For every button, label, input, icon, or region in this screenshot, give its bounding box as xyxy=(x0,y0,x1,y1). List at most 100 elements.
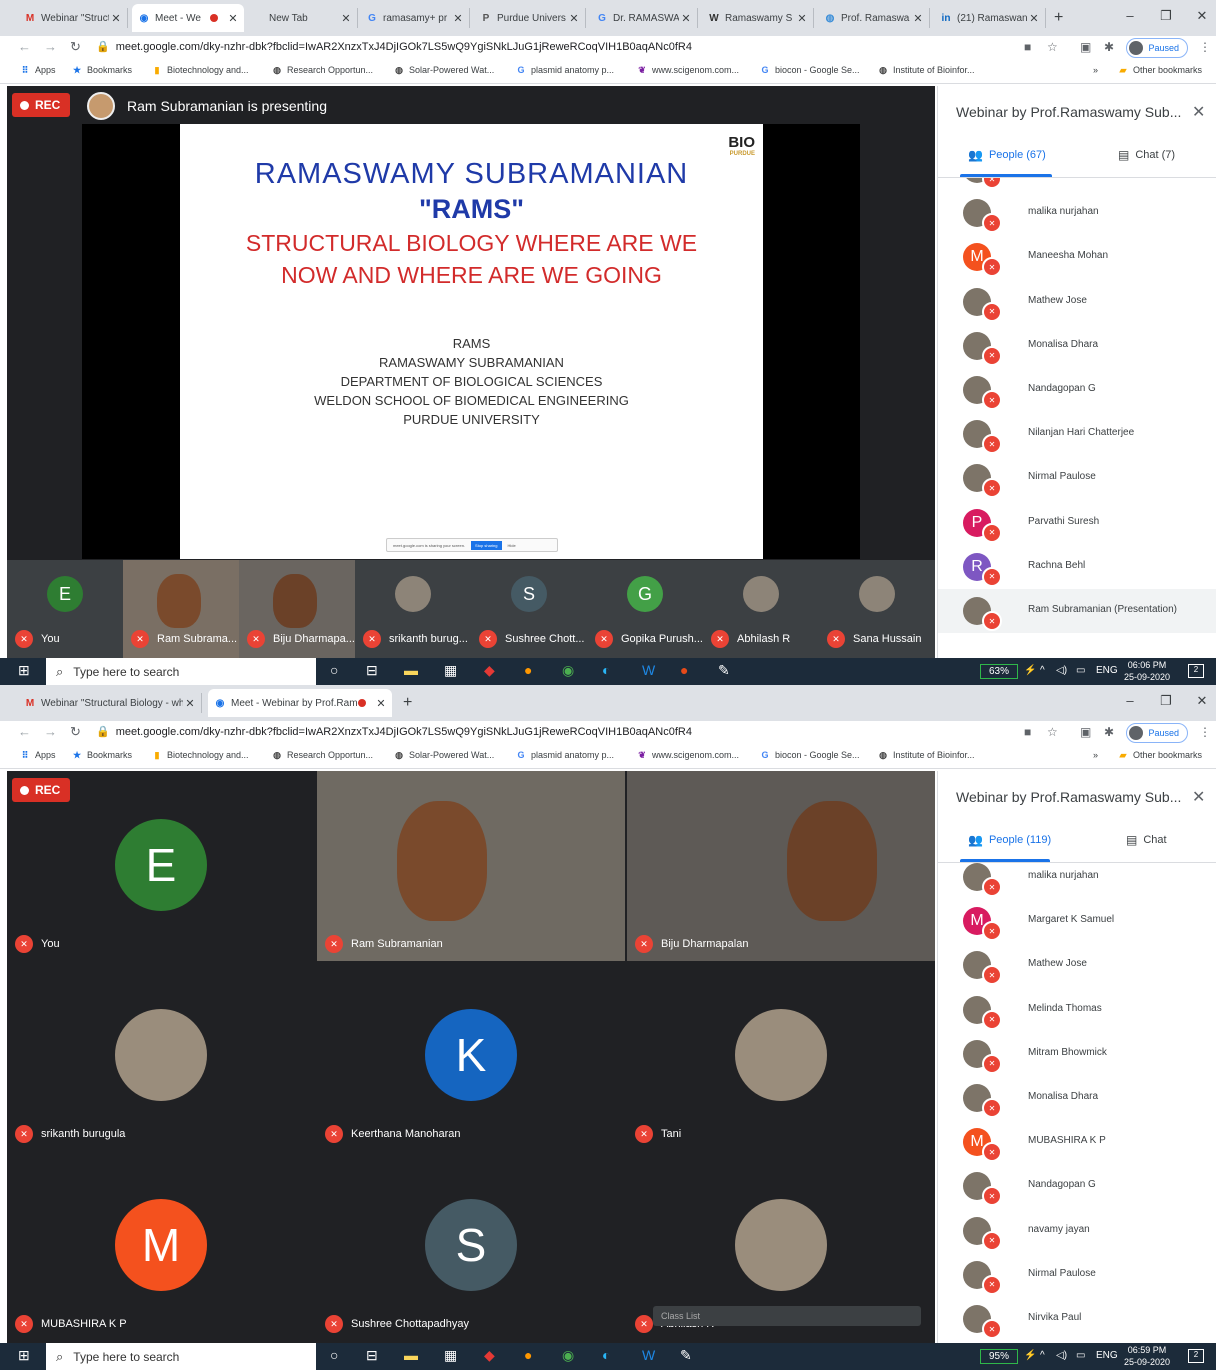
tab-6[interactable]: W Ramaswamy S ✕ xyxy=(702,8,814,28)
minimize-button[interactable]: – xyxy=(1120,8,1140,23)
bookmark-item[interactable]: ◍ Research Opportun... xyxy=(272,65,373,76)
tab-chat[interactable]: ▤ Chat xyxy=(1126,833,1167,847)
app-icon[interactable]: ▦ xyxy=(444,662,457,679)
participant-list-item[interactable]: R ✕ Rachna Behl xyxy=(938,545,1216,589)
windows-start-icon[interactable]: ⊞ xyxy=(18,662,30,679)
close-panel-icon[interactable]: ✕ xyxy=(1192,102,1205,122)
clock[interactable]: 06:06 PM 25-09-2020 xyxy=(1124,659,1170,683)
url-input[interactable]: 🔒 meet.google.com/dky-nzhr-dbk?fbclid=IwA… xyxy=(96,725,692,738)
back-icon[interactable]: ← xyxy=(18,39,31,54)
tab-chat[interactable]: ▤ Chat (7) xyxy=(1118,148,1175,162)
participant-list-item[interactable]: ✕ Nirvika Paul xyxy=(938,1297,1216,1341)
cortana-icon[interactable]: ○ xyxy=(330,1347,338,1363)
notification-icon[interactable]: 2 xyxy=(1188,664,1204,678)
hide-button[interactable]: Hide xyxy=(508,543,516,548)
taskbar-search-input[interactable]: ⌕ Type here to search xyxy=(46,1343,316,1370)
powerpoint-icon[interactable]: ● xyxy=(680,662,688,678)
participant-list-item[interactable]: ✕ Mitram Bhowmick xyxy=(938,1032,1216,1076)
menu-icon[interactable]: ⋮ xyxy=(1199,725,1211,739)
file-explorer-icon[interactable]: ▬ xyxy=(404,1347,418,1363)
firefox-icon[interactable]: ● xyxy=(524,662,532,678)
volume-icon[interactable]: ◁) xyxy=(1056,1350,1067,1361)
close-window-button[interactable]: ✕ xyxy=(1192,8,1212,24)
participant-tile[interactable]: K ✕ Keerthana Manoharan xyxy=(317,961,625,1151)
tab-0[interactable]: M Webinar "Struct ✕ xyxy=(18,8,128,28)
menu-icon[interactable]: ⋮ xyxy=(1199,40,1211,54)
close-tab-icon[interactable]: ✕ xyxy=(1027,12,1041,25)
forward-icon[interactable]: → xyxy=(44,39,57,54)
participant-list-item[interactable]: ✕ Mathew Jose xyxy=(938,943,1216,987)
close-tab-icon[interactable]: ✕ xyxy=(109,12,123,25)
camera-icon[interactable]: ■ xyxy=(1024,40,1031,54)
forward-icon[interactable]: → xyxy=(44,724,57,739)
participant-list-item[interactable]: ✕ Nirmal Paulose xyxy=(938,1253,1216,1297)
maximize-button[interactable]: ❐ xyxy=(1156,693,1176,709)
tab-people[interactable]: 👥 People (119) xyxy=(968,833,1051,847)
new-tab-button[interactable]: + xyxy=(1054,9,1063,27)
close-panel-icon[interactable]: ✕ xyxy=(1192,787,1205,807)
people-list[interactable]: ✕ malika nurjahan M ✕ Margaret K Samuel ✕ Math… xyxy=(938,863,1216,1343)
participant-list-item[interactable]: ✕ Nandagopan G xyxy=(938,1164,1216,1208)
paint-icon[interactable]: ✎ xyxy=(680,1347,692,1364)
bookmark-item[interactable]: ★ Bookmarks xyxy=(72,65,132,76)
back-icon[interactable]: ← xyxy=(18,724,31,739)
notification-icon[interactable]: 2 xyxy=(1188,1349,1204,1363)
participant-list-item[interactable]: ✕ Monalisa Dhara xyxy=(938,1076,1216,1120)
battery-indicator[interactable]: 63% xyxy=(980,664,1018,679)
participant-tile[interactable]: ✕ Ram Subrama... xyxy=(123,560,239,658)
close-window-button[interactable]: ✕ xyxy=(1192,693,1212,709)
tab-0[interactable]: M Webinar "Structural Biology - whe ✕ xyxy=(18,693,202,713)
tab-1[interactable]: ◉ Meet - We ✕ xyxy=(132,4,244,32)
participant-list-item[interactable]: ✕ Ram Subramanian (Presentation) xyxy=(938,589,1216,633)
profile-paused-button[interactable]: Paused xyxy=(1126,38,1188,58)
participant-tile[interactable]: ✕ Abhilash R xyxy=(703,560,819,658)
bookmarks-overflow[interactable]: » xyxy=(1093,65,1098,75)
participant-list-item[interactable]: ✕ malika nurjahan xyxy=(938,863,1216,899)
bookmark-item[interactable]: ◍ Solar-Powered Wat... xyxy=(394,65,494,76)
participant-list-item[interactable]: M ✕ Margaret K Samuel xyxy=(938,899,1216,943)
taskbar-search-input[interactable]: ⌕ Type here to search xyxy=(46,658,316,685)
captions-bar[interactable]: Class List xyxy=(653,1306,921,1326)
participant-list-item[interactable]: M ✕ Maneesha Mohan xyxy=(938,235,1216,279)
close-tab-icon[interactable]: ✕ xyxy=(183,697,197,710)
paint-icon[interactable]: ✎ xyxy=(718,662,730,679)
participant-list-item[interactable]: ✕ Mathew Jose xyxy=(938,280,1216,324)
clock[interactable]: 06:59 PM 25-09-2020 xyxy=(1124,1344,1170,1368)
puzzle-icon[interactable]: ✱ xyxy=(1104,725,1114,739)
task-view-icon[interactable]: ⊟ xyxy=(366,662,378,679)
participant-list-item[interactable]: ✕ Monalisa Dhara xyxy=(938,324,1216,368)
participant-tile[interactable]: ✕ Sana Hussain xyxy=(819,560,935,658)
app-icon[interactable]: ▦ xyxy=(444,1347,457,1364)
participant-list-item[interactable]: P ✕ Parvathi Suresh xyxy=(938,501,1216,545)
bookmarks-overflow[interactable]: » xyxy=(1093,750,1098,760)
participant-tile[interactable]: S ✕ Sushree Chottapadhyay xyxy=(317,1151,625,1341)
bookmark-item[interactable]: ◍ Research Opportun... xyxy=(272,750,373,761)
chrome-icon[interactable]: ◉ xyxy=(562,1347,574,1364)
task-view-icon[interactable]: ⊟ xyxy=(366,1347,378,1364)
close-tab-icon[interactable]: ✕ xyxy=(679,12,693,25)
stop-sharing-button[interactable]: Stop sharing xyxy=(471,540,502,550)
volume-icon[interactable]: ◁) xyxy=(1056,665,1067,676)
participant-tile[interactable]: ✕ srikanth burug... xyxy=(355,560,471,658)
bookmark-item[interactable]: ❦ www.scigenom.com... xyxy=(637,750,739,761)
acrobat-icon[interactable]: ◆ xyxy=(484,662,495,679)
close-tab-icon[interactable]: ✕ xyxy=(911,12,925,25)
extension-icon[interactable]: ▣ xyxy=(1080,40,1091,54)
tab-5[interactable]: G Dr. RAMASWA ✕ xyxy=(590,8,698,28)
participant-list-item[interactable]: ✕ Nilanjan Hari Chatterjee xyxy=(938,412,1216,456)
bookmark-star-icon[interactable]: ☆ xyxy=(1047,725,1058,739)
new-tab-button[interactable]: + xyxy=(403,694,412,712)
close-tab-icon[interactable]: ✕ xyxy=(451,12,465,25)
participant-tile[interactable]: E ✕ You xyxy=(7,560,123,658)
participant-tile[interactable]: ✕ Ram Subramanian xyxy=(317,771,625,961)
close-tab-icon[interactable]: ✕ xyxy=(795,12,809,25)
maximize-button[interactable]: ❐ xyxy=(1156,8,1176,24)
participant-tile[interactable]: ✕ Biju Dharmapa... xyxy=(239,560,355,658)
tab-8[interactable]: in (21) Ramaswan ✕ xyxy=(934,8,1046,28)
bookmark-item[interactable]: ❦ www.scigenom.com... xyxy=(637,65,739,76)
acrobat-icon[interactable]: ◆ xyxy=(484,1347,495,1364)
tab-2[interactable]: New Tab ✕ xyxy=(246,8,358,28)
battery-indicator[interactable]: 95% xyxy=(980,1349,1018,1364)
camera-icon[interactable]: ■ xyxy=(1024,725,1031,739)
other-bookmarks[interactable]: ▰ Other bookmarks xyxy=(1118,750,1203,761)
